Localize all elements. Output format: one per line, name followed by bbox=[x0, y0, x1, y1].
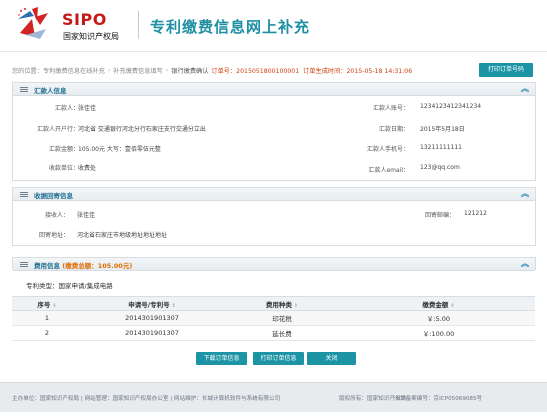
remitter-panel-title: 汇款人信息 bbox=[34, 87, 67, 95]
header-divider bbox=[138, 11, 139, 39]
row-fee-type: 延长费 bbox=[222, 325, 342, 341]
patent-type-label: 专利类型： bbox=[26, 282, 59, 290]
collapse-icon[interactable]: ︽ bbox=[521, 84, 529, 94]
row-app-no: 2014301901307 bbox=[82, 325, 222, 341]
return-address: 河北省石家庄市地级地址地址地址 bbox=[77, 232, 168, 239]
collapse-icon[interactable]: ︽ bbox=[521, 259, 529, 269]
remitter-account: 1234123412341234 bbox=[420, 103, 482, 110]
receipt-panel: 收据回寄信息 ︽ 接收人： 张佳佳 回寄地址： 河北省石家庄市地级地址地址地址 … bbox=[12, 187, 536, 246]
remitter-phone-label: 汇款人手机号： bbox=[366, 146, 409, 153]
footer-icp: | ICP备案编号：京ICP05069085号 bbox=[393, 396, 483, 402]
return-address-label: 回寄地址： bbox=[38, 232, 69, 239]
remitter-email: 123@qq.com bbox=[420, 164, 460, 171]
table-row: 1 2014301901307 印花税 ￥:5.00 bbox=[12, 310, 535, 326]
sipo-logo-icon bbox=[18, 7, 48, 39]
print-order-number-button[interactable]: 打印订单号码 bbox=[479, 63, 533, 77]
fee-total: (缴费总额：105.00元) bbox=[62, 262, 133, 270]
print-order-button[interactable]: 打印订单信息 bbox=[253, 352, 304, 365]
remitter-name: 张佳佳 bbox=[78, 105, 97, 112]
payee-label: 收款单位： bbox=[48, 165, 79, 172]
sort-icon: ⇕ bbox=[450, 302, 455, 309]
logo-subtitle: 国家知识产权局 bbox=[63, 32, 119, 41]
receipt-panel-header: 收据回寄信息 ︽ bbox=[13, 188, 535, 201]
patent-type: 专利类型：国家申请/集成电路 bbox=[26, 280, 113, 290]
footer-info: 主办单位：国家知识产权局 | 网站管理：国家知识产权局办公室 | 网站维护：长城… bbox=[12, 396, 281, 402]
collapse-icon[interactable]: ︽ bbox=[521, 189, 529, 199]
receipt-panel-title: 收据回寄信息 bbox=[34, 192, 73, 200]
list-icon bbox=[20, 262, 28, 267]
recipient: 张佳佳 bbox=[77, 212, 96, 219]
sort-icon: ⇕ bbox=[171, 302, 176, 309]
postcode-label: 回寄邮编： bbox=[424, 212, 455, 219]
breadcrumb-item-bank-confirm: 银行缴费确认 bbox=[171, 67, 209, 75]
remit-date-label: 汇款日期： bbox=[378, 126, 409, 133]
patent-type-value: 国家申请/集成电路 bbox=[58, 282, 113, 290]
row-amount: ￥:100.00 bbox=[342, 325, 535, 341]
row-fee-type: 印花税 bbox=[222, 310, 342, 326]
col-header-app-no[interactable]: 申请号/专利号 ⇕ bbox=[82, 296, 222, 311]
breadcrumb-separator-icon: › bbox=[165, 66, 169, 74]
remitter-panel-header: 汇款人信息 ︽ bbox=[13, 83, 535, 96]
site-header: SIPO 国家知识产权局 专利缴费信息网上补充 bbox=[0, 0, 547, 52]
postcode: 121212 bbox=[464, 210, 487, 217]
remitter-account-label: 汇款人账号： bbox=[372, 105, 409, 112]
col-header-amount[interactable]: 缴费金额 ⇕ bbox=[342, 296, 535, 311]
list-icon bbox=[20, 87, 28, 92]
remit-date: 2015年5月18日 bbox=[420, 126, 465, 133]
remitter-bank-label: 汇款人开户行： bbox=[36, 126, 79, 133]
recipient-label: 接收人： bbox=[44, 212, 69, 219]
breadcrumb-item-fill-info[interactable]: 补充缴费信息填写 bbox=[113, 66, 163, 75]
order-time: 订单生成时间：2015-05-18 14:31:06 bbox=[303, 67, 413, 75]
breadcrumb: 您的位置： 专利缴费信息在线补充 › 补充缴费信息填写 › 银行缴费确认 订单号… bbox=[12, 64, 412, 76]
list-icon bbox=[20, 192, 28, 197]
order-number: 订单号：2015051800100001 bbox=[211, 67, 300, 75]
page-title: 专利缴费信息网上补充 bbox=[150, 18, 311, 36]
remitter-bank: 河北省 交通银行河北分行石家庄支行交通分立出 bbox=[78, 126, 206, 133]
row-amount: ￥:5.00 bbox=[342, 310, 535, 326]
table-row: 2 2014301901307 延长费 ￥:100.00 bbox=[12, 325, 535, 341]
download-order-button[interactable]: 下载订单信息 bbox=[196, 352, 247, 365]
fee-table: 序号 ⇕ 申请号/专利号 ⇕ 费用种类 ⇕ 缴费金额 ⇕ 1 2014301901307… bbox=[12, 296, 535, 341]
fee-table-header: 序号 ⇕ 申请号/专利号 ⇕ 费用种类 ⇕ 缴费金额 ⇕ bbox=[12, 296, 535, 311]
col-header-no[interactable]: 序号 ⇕ bbox=[12, 296, 82, 311]
breadcrumb-item-online-supplement[interactable]: 专利缴费信息在线补充 bbox=[43, 66, 105, 75]
breadcrumb-separator-icon: › bbox=[107, 66, 111, 74]
row-no: 2 bbox=[12, 325, 82, 341]
remitter-name-label: 汇款人： bbox=[54, 105, 79, 112]
sort-icon: ⇕ bbox=[293, 302, 299, 309]
col-header-fee-type[interactable]: 费用种类 ⇕ bbox=[222, 296, 342, 311]
breadcrumb-prefix: 您的位置： bbox=[12, 67, 43, 75]
remitter-panel: 汇款人信息 ︽ 汇款人： 张佳佳 汇款人开户行： 河北省 交通银行河北分行石家庄… bbox=[12, 82, 536, 181]
fee-panel-label: 费用信息 bbox=[34, 262, 60, 270]
logo-text: SIPO bbox=[62, 10, 107, 29]
fee-panel-title: 费用信息 (缴费总额：105.00元) bbox=[34, 260, 132, 270]
sort-icon: ⇕ bbox=[52, 302, 57, 309]
row-app-no: 2014301901307 bbox=[82, 310, 222, 326]
remitter-phone: 13211111111 bbox=[420, 144, 462, 151]
payee: 收费处 bbox=[78, 165, 97, 172]
close-button[interactable]: 关闭 bbox=[307, 352, 356, 365]
row-no: 1 bbox=[12, 310, 82, 326]
remit-amount: 105.00元 大写：壹佰零伍元整 bbox=[78, 146, 161, 153]
site-footer: 主办单位：国家知识产权局 | 网站管理：国家知识产权局办公室 | 网站维护：长城… bbox=[0, 382, 547, 412]
remit-amount-label: 汇款金额： bbox=[48, 146, 79, 153]
fee-panel-header: 费用信息 (缴费总额：105.00元) ︽ bbox=[13, 258, 535, 271]
fee-panel: 费用信息 (缴费总额：105.00元) ︽ bbox=[12, 257, 536, 271]
remitter-email-label: 汇款人email： bbox=[368, 167, 409, 174]
